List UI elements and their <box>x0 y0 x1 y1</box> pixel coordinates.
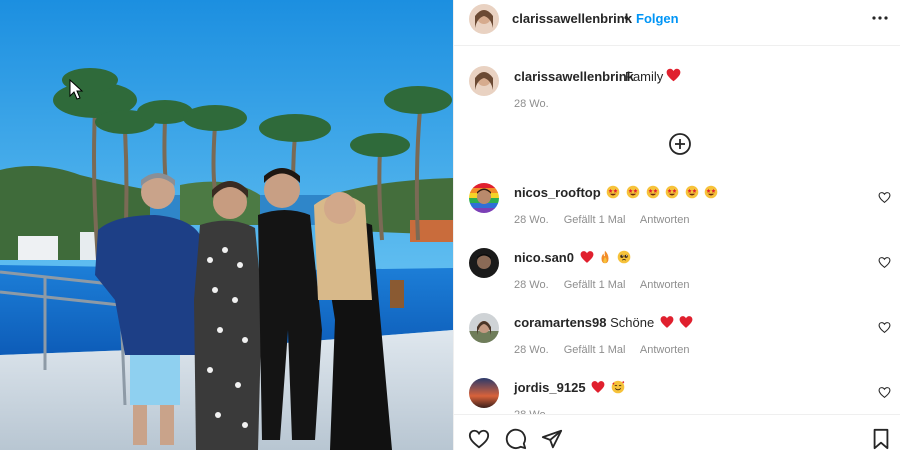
author-avatar[interactable] <box>469 4 499 34</box>
smiling-face-with-hearts-icon <box>611 380 625 394</box>
heart-outline-icon[interactable] <box>468 428 490 450</box>
bookmark-icon[interactable] <box>870 428 892 450</box>
reply-button[interactable]: Antworten <box>640 344 690 356</box>
comment-username[interactable]: coramartens98 <box>514 315 607 330</box>
star-struck-icon <box>705 185 718 199</box>
post-side-panel: clarissawellenbrink • Folgen clarissawel… <box>453 0 900 450</box>
comment-meta: 28 Wo. Gefällt 1 Mal Antworten <box>514 214 701 226</box>
heart-outline-icon[interactable] <box>878 191 891 204</box>
comment-item: nico.san0 28 Wo. Gefällt 1 Mal Antworten <box>454 248 900 308</box>
red-heart-icon <box>660 316 674 328</box>
comment-emojis <box>658 315 694 330</box>
follow-button[interactable]: Folgen <box>636 11 679 26</box>
star-struck-icon <box>685 185 699 199</box>
pleading-face-icon <box>617 250 631 264</box>
comment-item: nicos_rooftop 28 Wo. Gefällt 1 Mal Antwo… <box>454 183 900 243</box>
reply-button[interactable]: Antworten <box>640 214 690 226</box>
paper-plane-icon[interactable] <box>541 428 563 450</box>
comment-body: Schöne <box>610 315 655 330</box>
fire-icon <box>601 250 609 264</box>
star-struck-icon <box>626 185 640 199</box>
post-photo[interactable] <box>0 0 453 450</box>
comment-time: 28 Wo. <box>514 279 549 291</box>
separator-dot: • <box>624 10 629 25</box>
caption-text: Family <box>625 69 664 84</box>
comment-username[interactable]: nico.san0 <box>514 250 574 265</box>
author-username[interactable]: clarissawellenbrink <box>512 11 632 26</box>
comment-bubble-icon[interactable] <box>505 428 527 450</box>
more-options-icon[interactable] <box>871 9 889 27</box>
heart-outline-icon[interactable] <box>878 386 891 399</box>
comment-username[interactable]: nicos_rooftop <box>514 185 601 200</box>
comment-avatar[interactable] <box>469 183 499 213</box>
comment-item: coramartens98 Schöne 28 Wo. Gefällt 1 Ma… <box>454 313 900 373</box>
caption-avatar[interactable] <box>469 66 499 96</box>
comment-likes[interactable]: Gefällt 1 Mal <box>564 344 626 356</box>
star-struck-icon <box>606 185 620 199</box>
post-header: clarissawellenbrink • Folgen <box>454 0 900 46</box>
comment-time: 28 Wo. <box>514 214 549 226</box>
caption-username[interactable]: clarissawellenbrink <box>514 69 634 84</box>
comment-avatar[interactable] <box>469 248 499 278</box>
comment-text: jordis_9125 <box>514 380 625 395</box>
caption-time: 28 Wo. <box>514 98 549 110</box>
post-action-bar <box>454 414 900 450</box>
star-struck-icon <box>665 185 679 199</box>
red-heart-icon <box>666 68 681 82</box>
comment-meta: 28 Wo. Gefällt 1 Mal Antworten <box>514 279 701 291</box>
add-circle-icon[interactable] <box>668 132 692 156</box>
heart-outline-icon[interactable] <box>878 321 891 334</box>
comment-text: nicos_rooftop <box>514 185 718 200</box>
red-heart-icon <box>680 316 693 328</box>
comment-emojis <box>578 250 631 265</box>
comment-emojis <box>589 380 625 395</box>
post-photo-image <box>0 0 453 450</box>
heart-outline-icon[interactable] <box>878 256 891 269</box>
comment-likes[interactable]: Gefällt 1 Mal <box>564 214 626 226</box>
comment-meta: 28 Wo. Gefällt 1 Mal Antworten <box>514 344 701 356</box>
comment-text: nico.san0 <box>514 250 631 265</box>
comment-username[interactable]: jordis_9125 <box>514 380 586 395</box>
comment-avatar[interactable] <box>469 313 499 343</box>
comment-emojis <box>604 185 718 200</box>
reply-button[interactable]: Antworten <box>640 279 690 291</box>
red-heart-icon <box>591 381 605 393</box>
red-heart-icon <box>580 251 594 263</box>
star-struck-icon <box>646 185 659 199</box>
comment-text: coramartens98 Schöne <box>514 315 693 330</box>
comment-time: 28 Wo. <box>514 344 549 356</box>
comment-avatar[interactable] <box>469 378 499 408</box>
comment-likes[interactable]: Gefällt 1 Mal <box>564 279 626 291</box>
